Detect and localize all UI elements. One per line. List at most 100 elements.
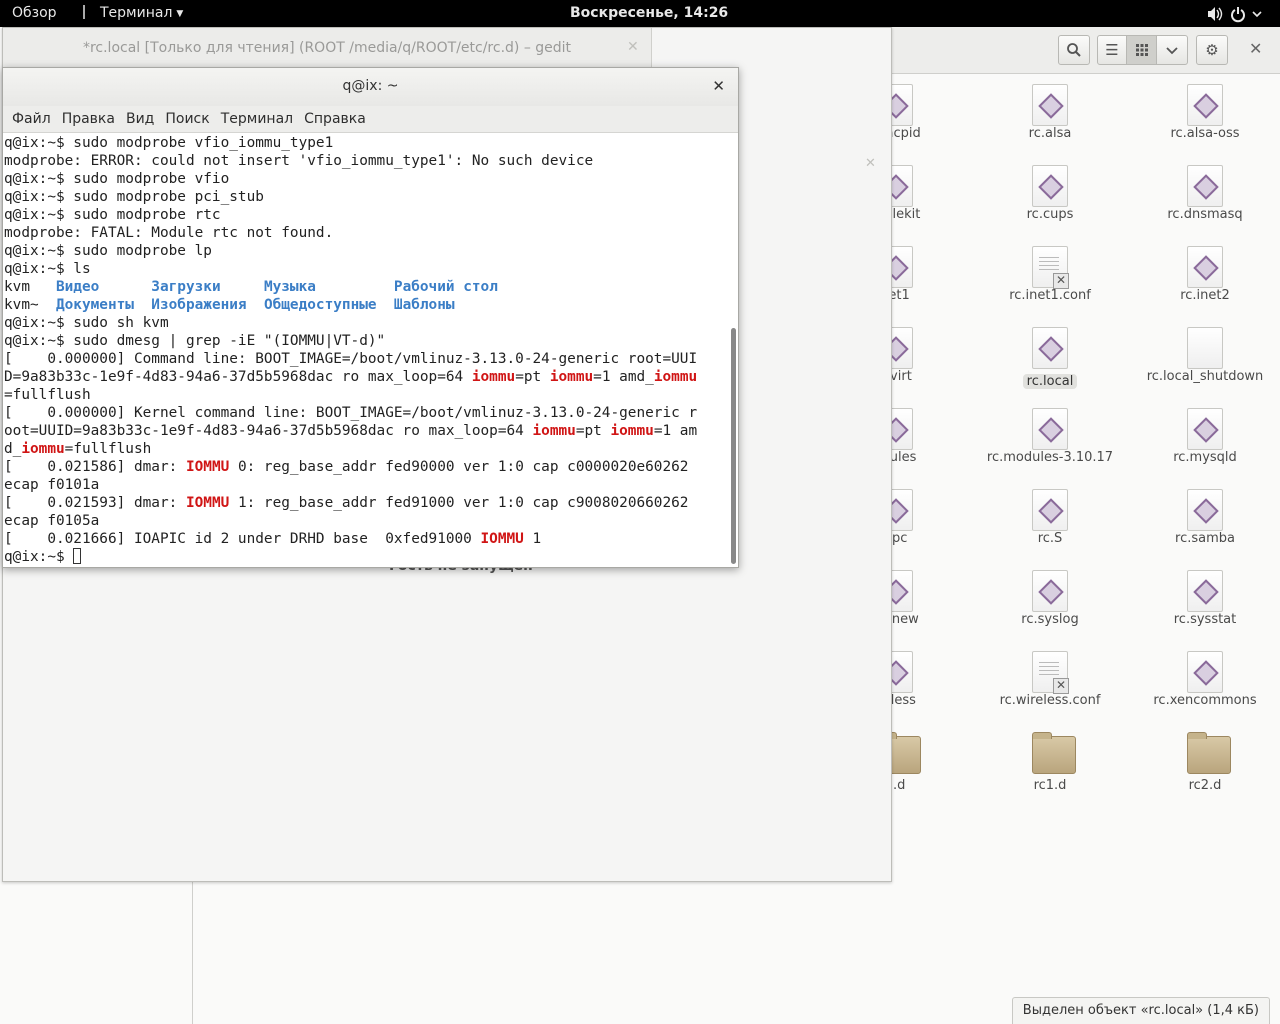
script-icon (1032, 327, 1068, 369)
terminal-line: q@ix:~$ sudo modprobe vfio_iommu_type1 (4, 134, 726, 152)
terminal-line: D=9a83b33c-1e9f-4d83-94a6-37d5b5968dac r… (4, 368, 726, 386)
terminal-text: Документы (55, 297, 134, 313)
file-item[interactable]: rc.samba (1130, 489, 1280, 546)
file-item[interactable]: rc.xencommons (1130, 651, 1280, 708)
file-label: rc.sysstat (1173, 612, 1237, 627)
file-item[interactable]: rc.local_shutdown (1130, 327, 1280, 384)
terminal-text: [ 0.000000] Command line: BOOT_IMAGE=/bo… (4, 351, 698, 367)
terminal-text: =1 am (653, 423, 698, 439)
terminal-line: kvm~ Документы Изображения Общедоступные… (4, 296, 726, 314)
terminal-text: kvm~ (4, 297, 56, 313)
file-item[interactable]: rc.sysstat (1130, 570, 1280, 627)
terminal-text: q@ix:~$ sudo sh kvm (4, 315, 169, 331)
terminal-line: ecap f0101a (4, 476, 726, 494)
script-icon (1187, 165, 1223, 207)
file-item[interactable]: rc.cups (975, 165, 1125, 222)
window-title: q@ix: ~ (342, 78, 399, 94)
terminal-text: iommu (653, 369, 698, 385)
menu-item[interactable]: Файл (12, 106, 51, 132)
script-icon (1032, 489, 1068, 531)
terminal-text: Общедоступные (263, 297, 377, 313)
terminal-text: Музыка (263, 279, 316, 295)
terminal-text: =pt (515, 369, 550, 385)
folder-icon (1187, 732, 1231, 778)
close-icon[interactable]: ✕ (1249, 39, 1262, 58)
file-item[interactable]: ✕ rc.inet1.conf (975, 246, 1125, 303)
text-cursor (73, 548, 82, 564)
terminal-output[interactable]: q@ix:~$ sudo modprobe vfio_iommu_type1 mo… (4, 134, 726, 566)
power-icon (1231, 7, 1245, 23)
search-icon (1067, 43, 1081, 57)
folder-icon (1032, 732, 1076, 778)
app-menu[interactable]: Терминал ▼ (83, 5, 183, 21)
file-item[interactable]: rc.alsa (975, 84, 1125, 141)
close-icon[interactable]: ✕ (627, 39, 639, 55)
blank-file-icon (1187, 327, 1223, 369)
file-item[interactable]: rc.local (975, 327, 1125, 389)
menu-item[interactable]: Справка (304, 106, 366, 132)
terminal-line: [ 0.000000] Command line: BOOT_IMAGE=/bo… (4, 350, 726, 368)
terminal-menubar: Файл Правка Вид Поиск Терминал Справка (3, 106, 738, 133)
script-icon (1187, 246, 1223, 288)
terminal-text: =pt (575, 423, 611, 439)
menu-item[interactable]: Вид (126, 106, 154, 132)
terminal-line: oot=UUID=9a83b33c-1e9f-4d83-94a6-37d5b59… (4, 422, 726, 440)
activities-button[interactable]: Обзор (12, 5, 57, 21)
file-item[interactable]: rc1.d (975, 732, 1125, 793)
terminal-line: d_iommu=fullflush (4, 440, 726, 458)
terminal-text: IOMMU (480, 531, 524, 547)
file-item[interactable]: rc.inet2 (1130, 246, 1280, 303)
terminal-text: oot=UUID=9a83b33c-1e9f-4d83-94a6-37d5b59… (4, 423, 533, 439)
file-item[interactable]: rc.syslog (975, 570, 1125, 627)
terminal-text: Видео (55, 279, 100, 295)
menu-item[interactable]: Поиск (165, 106, 209, 132)
scrollbar[interactable] (731, 328, 736, 564)
terminal-titlebar[interactable]: q@ix: ~ ✕ (3, 68, 738, 106)
script-icon (1187, 570, 1223, 612)
terminal-text: ecap f0105a (4, 513, 100, 529)
terminal-text: q@ix:~$ sudo modprobe vfio_iommu_type1 (4, 135, 334, 151)
file-label: rc1.d (1033, 778, 1067, 793)
list-view-button[interactable]: ☰ (1097, 35, 1127, 65)
file-label: rc.alsa (1028, 126, 1072, 141)
search-button[interactable] (1058, 35, 1090, 65)
file-item[interactable]: rc.dnsmasq (1130, 165, 1280, 222)
terminal-icon (83, 5, 96, 19)
script-icon (1187, 651, 1223, 693)
file-item[interactable]: rc.alsa-oss (1130, 84, 1280, 141)
terminal-line: q@ix:~$ ls (4, 260, 726, 278)
close-icon[interactable]: ✕ (712, 77, 725, 95)
menu-item[interactable]: Правка (62, 106, 115, 132)
terminal-text: 1 (523, 531, 542, 547)
script-icon (1032, 408, 1068, 450)
terminal-text: =fullflush (64, 441, 152, 457)
settings-button[interactable]: ⚙ (1196, 35, 1228, 65)
script-icon (1032, 84, 1068, 126)
clock[interactable]: Воскресенье, 14:26 (570, 5, 728, 21)
file-item[interactable]: ✕ rc.wireless.conf (975, 651, 1125, 708)
file-item[interactable]: rc.modules-3.10.17 (975, 408, 1125, 465)
system-tray[interactable] (1206, 5, 1266, 27)
file-label: rc.inet1.conf (1009, 288, 1091, 303)
terminal-text: q@ix:~$ ls (4, 261, 91, 277)
chevron-down-icon (1252, 11, 1262, 18)
file-label: rc.wireless.conf (999, 693, 1101, 708)
file-item[interactable]: rc2.d (1130, 732, 1280, 793)
file-label: rc.syslog (1021, 612, 1079, 627)
script-icon (1032, 165, 1068, 207)
terminal-text: Изображения (151, 297, 247, 313)
close-icon[interactable]: ✕ (865, 156, 876, 171)
file-item[interactable]: rc.S (975, 489, 1125, 546)
file-label: rc2.d (1188, 778, 1222, 793)
terminal-line: q@ix:~$ sudo modprobe pci_stub (4, 188, 726, 206)
menu-item[interactable]: Терминал (221, 106, 293, 132)
terminal-line: q@ix:~$ (4, 548, 726, 566)
terminal-text: q@ix:~$ sudo modprobe pci_stub (4, 189, 264, 205)
grid-view-button[interactable] (1126, 35, 1157, 65)
file-label: rc.alsa-oss (1170, 126, 1240, 141)
view-options-button[interactable] (1156, 35, 1188, 65)
file-item[interactable]: rc.mysqld (1130, 408, 1280, 465)
